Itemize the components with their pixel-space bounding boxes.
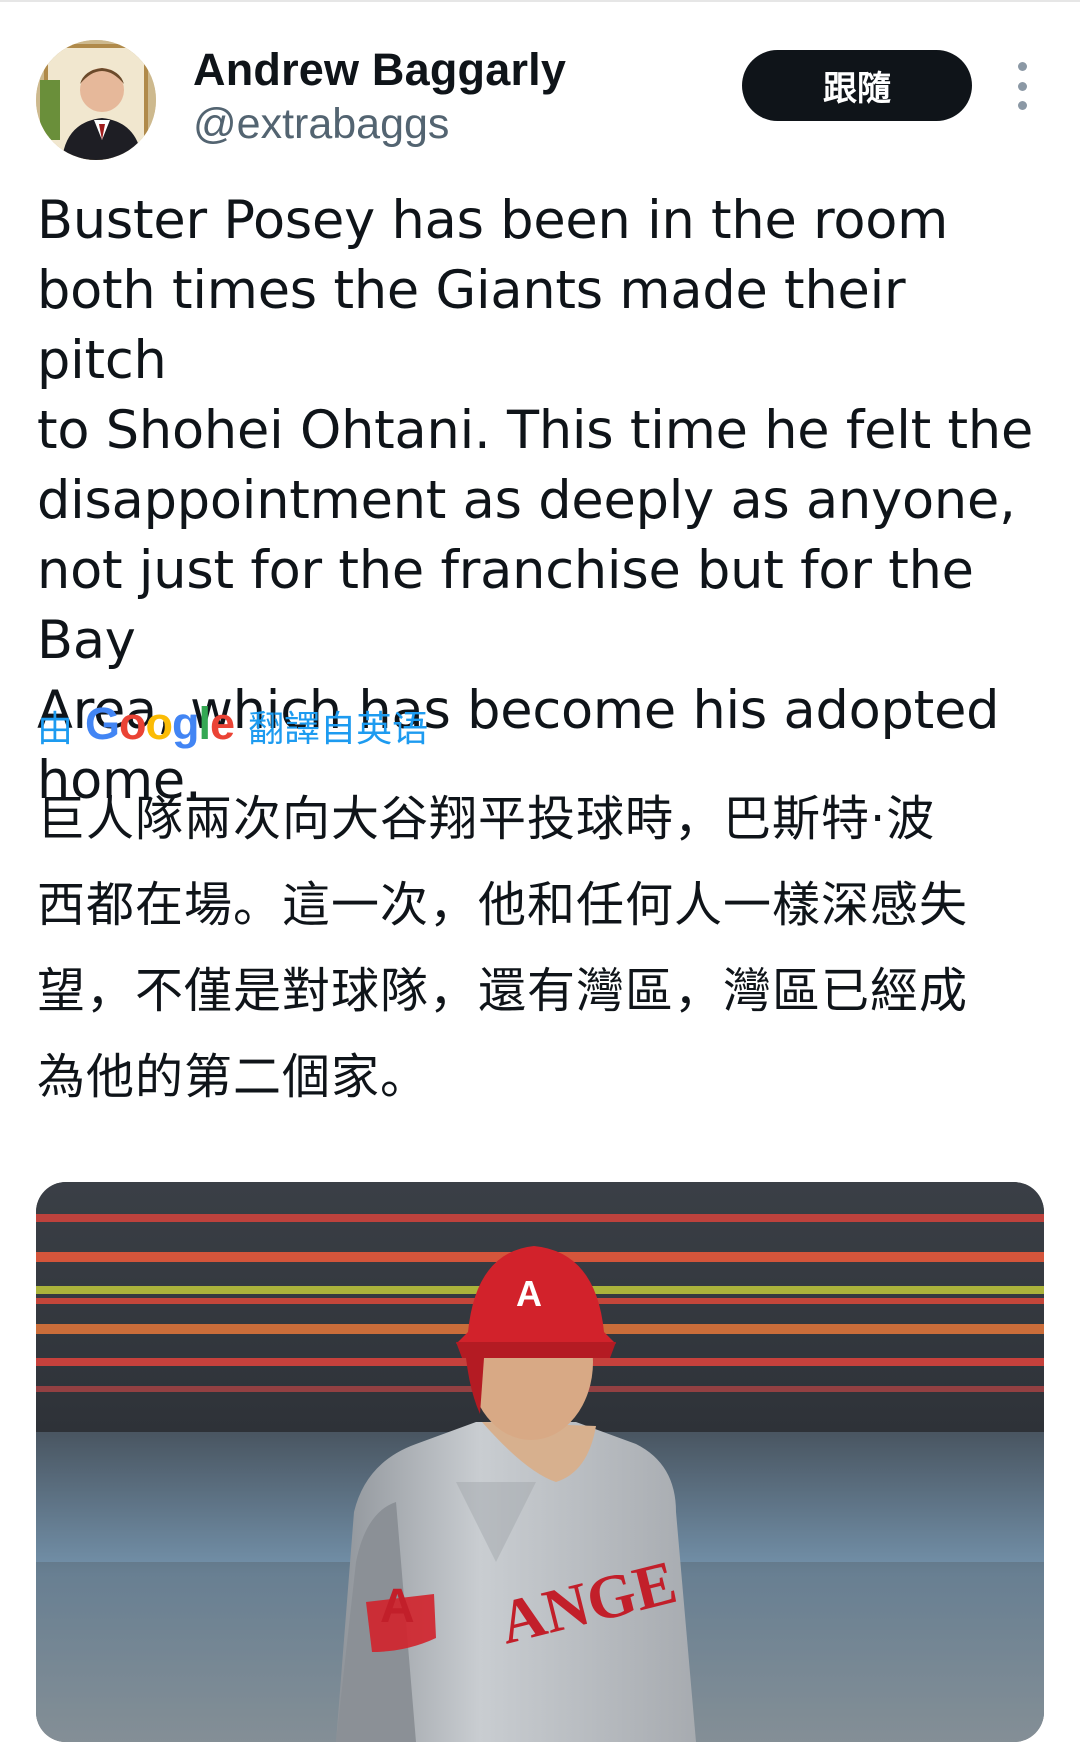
- google-letter: g: [172, 698, 199, 749]
- sleeve-logo: A: [380, 1580, 415, 1633]
- translated-tweet-text: 巨人隊兩次向大谷翔平投球時，巴斯特·波 西都在場。這一次，他和任何人一樣深感失 …: [37, 791, 969, 1105]
- google-letter: l: [198, 698, 211, 749]
- follow-button[interactable]: 跟隨: [742, 50, 972, 121]
- tweet-media-image[interactable]: A A ANGE: [36, 1182, 1044, 1742]
- google-logo: G o o g l e: [85, 698, 235, 750]
- google-letter: G: [85, 698, 120, 749]
- author-avatar[interactable]: [36, 40, 156, 160]
- google-letter: o: [119, 698, 146, 749]
- more-dot: [1017, 101, 1027, 110]
- translation-attribution[interactable]: 由 G o o g l e 翻譯自英语: [37, 698, 429, 752]
- google-letter: e: [210, 698, 235, 749]
- author-handle[interactable]: @extrabaggs: [193, 100, 449, 149]
- baseball-player-photo: A A ANGE: [36, 1182, 1044, 1742]
- translation-prefix: 由: [37, 709, 74, 750]
- more-dot: [1017, 81, 1027, 91]
- avatar-photo: [36, 40, 156, 160]
- author-name[interactable]: Andrew Baggarly: [193, 44, 566, 96]
- translation-suffix: 翻譯自英语: [248, 709, 429, 750]
- helmet-logo: A: [516, 1273, 542, 1314]
- more-dot: [1017, 62, 1027, 71]
- top-divider: [0, 0, 1080, 2]
- google-letter: o: [145, 698, 173, 749]
- more-vertical-icon[interactable]: [1008, 62, 1036, 110]
